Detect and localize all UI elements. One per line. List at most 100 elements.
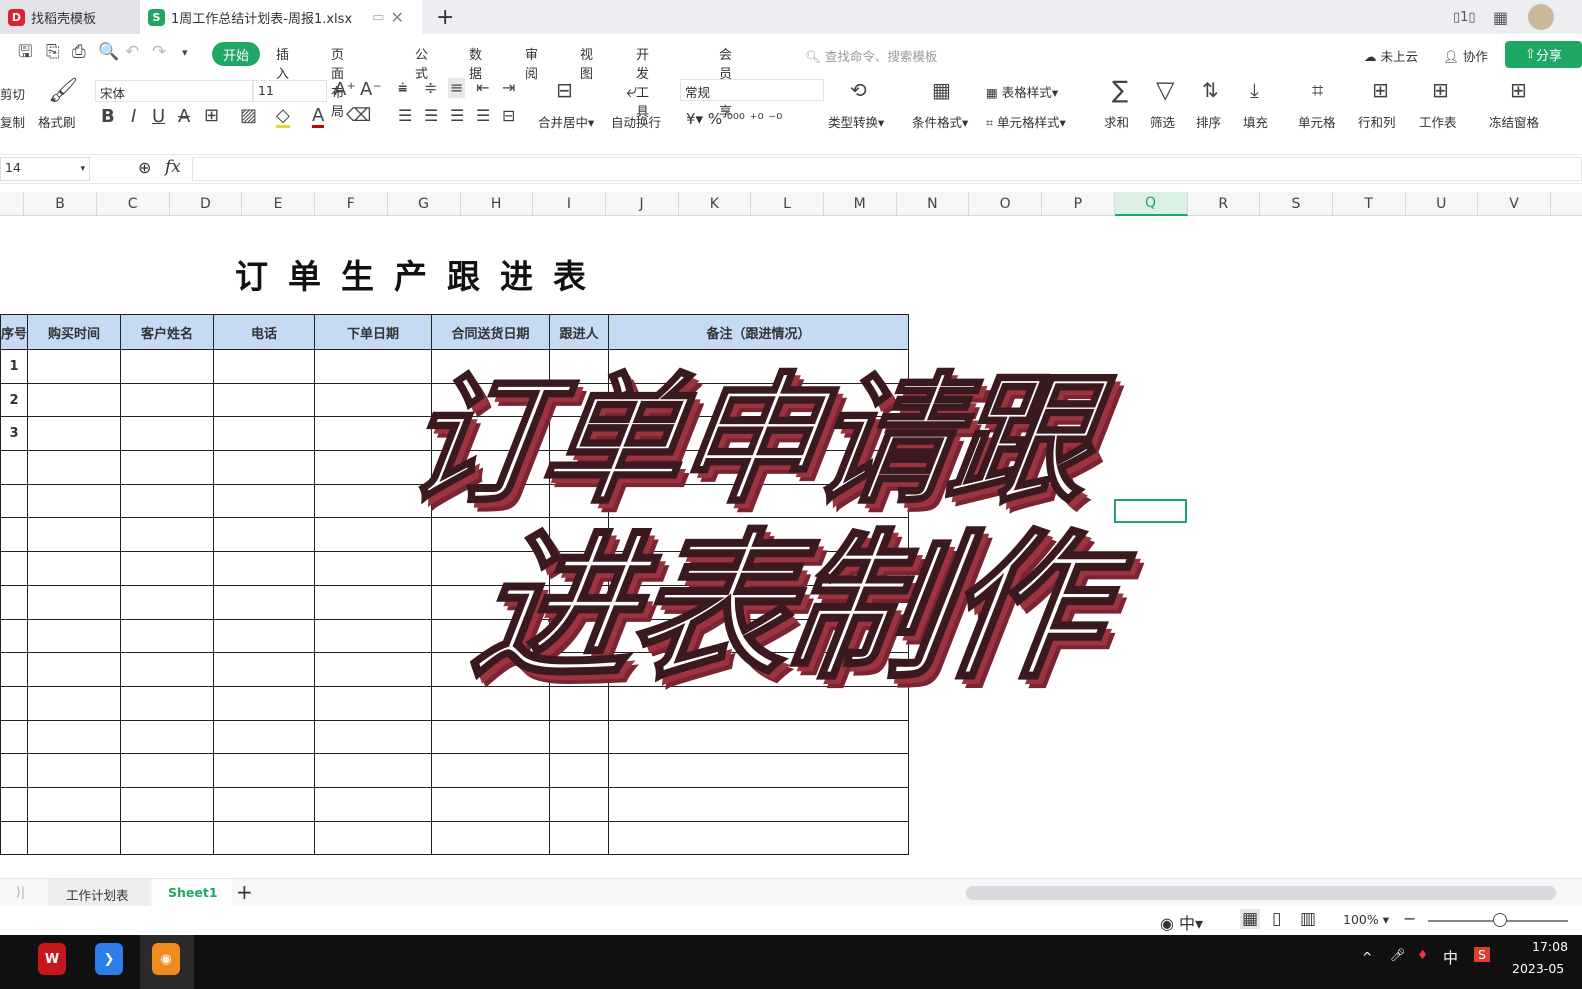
table-cell[interactable]	[120, 820, 215, 856]
table-cell[interactable]	[0, 584, 29, 620]
table-cell[interactable]	[0, 652, 29, 687]
column-header[interactable]: U	[1405, 192, 1479, 216]
column-header[interactable]: S	[1260, 192, 1333, 216]
distribute-icon[interactable]: ⊟	[502, 108, 515, 124]
table-cell[interactable]	[0, 483, 29, 519]
table-cell[interactable]: 1	[0, 349, 29, 384]
feishu-app-icon[interactable]: ❯	[95, 943, 123, 975]
table-cell[interactable]	[0, 685, 29, 721]
new-tab-button[interactable]: +	[428, 0, 462, 34]
table-cell[interactable]	[608, 820, 910, 856]
add-sheet-button[interactable]: +	[236, 880, 253, 904]
cell-style-button[interactable]: ⌗ 单元格样式▾	[986, 112, 1066, 131]
table-cell[interactable]	[608, 786, 910, 822]
collab-button[interactable]: 👤︎ 协作	[1443, 46, 1488, 65]
reading-view-icon[interactable]: ▯	[1272, 909, 1281, 929]
table-cell[interactable]	[213, 719, 316, 755]
close-icon[interactable]: ✕	[390, 8, 403, 27]
border-icon[interactable]: ⊞	[204, 107, 219, 125]
table-cell[interactable]	[314, 786, 433, 822]
table-cell[interactable]	[549, 753, 610, 788]
sheet-tab-active[interactable]: Sheet1	[152, 879, 232, 906]
clock-time[interactable]: 17:08	[1532, 939, 1568, 954]
bold-icon[interactable]: B	[101, 108, 115, 126]
normal-view-icon[interactable]: ▦	[1240, 909, 1261, 929]
table-cell[interactable]	[213, 349, 316, 384]
align-right-icon[interactable]: ☰	[450, 108, 464, 124]
table-cell[interactable]	[27, 349, 122, 384]
increase-font-icon[interactable]: A⁺	[334, 81, 356, 99]
table-cell[interactable]	[120, 450, 215, 485]
table-cell[interactable]	[27, 517, 122, 553]
table-cell[interactable]	[549, 820, 610, 856]
table-cell[interactable]	[431, 820, 551, 856]
font-size-select[interactable]: 11	[253, 80, 327, 102]
table-cell[interactable]	[120, 382, 215, 418]
indent-decrease-icon[interactable]: ⇤	[476, 80, 489, 96]
row-col-button[interactable]: 行和列	[1358, 112, 1396, 131]
filter-button[interactable]: 筛选	[1150, 112, 1175, 131]
table-cell[interactable]	[213, 551, 316, 586]
fill-button[interactable]: 填充	[1243, 112, 1268, 131]
horizontal-scrollbar[interactable]	[966, 886, 1556, 900]
table-cell[interactable]	[213, 382, 316, 418]
redo-icon[interactable]: ↷	[152, 44, 166, 61]
table-cell[interactable]	[431, 753, 551, 788]
table-cell[interactable]	[549, 719, 610, 755]
font-select[interactable]: 宋体	[95, 80, 253, 102]
copy-button[interactable]: 复制	[0, 112, 25, 131]
header-cell[interactable]: 序号	[0, 314, 29, 350]
table-cell[interactable]	[27, 786, 122, 822]
page-view-icon[interactable]: ▥	[1300, 909, 1316, 929]
wps-app-icon[interactable]: W	[38, 943, 66, 975]
sum-button[interactable]: 求和	[1104, 112, 1129, 131]
column-header[interactable]: I	[533, 192, 606, 216]
table-cell[interactable]	[213, 450, 316, 485]
avatar[interactable]	[1528, 4, 1554, 30]
indent-increase-icon[interactable]: ⇥	[502, 80, 515, 96]
column-header[interactable]: O	[969, 192, 1043, 216]
table-cell[interactable]	[120, 753, 215, 788]
column-header[interactable]: M	[824, 192, 897, 216]
table-cell[interactable]	[120, 652, 215, 687]
column-header[interactable]: T	[1333, 192, 1406, 216]
column-header[interactable]: P	[1042, 192, 1115, 216]
column-header[interactable]: V	[1478, 192, 1551, 216]
header-cell[interactable]: 电话	[213, 314, 316, 350]
print-preview-icon[interactable]: 🔍	[98, 44, 119, 61]
table-cell[interactable]	[120, 719, 215, 755]
tab-docer[interactable]: D 找稻壳模板	[0, 0, 140, 34]
undo-icon[interactable]: ↶	[125, 44, 139, 61]
justify-icon[interactable]: ☰	[476, 108, 490, 124]
table-cell[interactable]	[27, 685, 122, 721]
pin-icon[interactable]: ▭	[372, 10, 384, 25]
header-cell[interactable]: 客户姓名	[120, 314, 215, 350]
table-cell[interactable]	[213, 652, 316, 687]
table-cell[interactable]	[314, 618, 433, 654]
merge-button[interactable]: 合并居中▾	[538, 112, 594, 131]
table-cell[interactable]	[27, 618, 122, 654]
tray-expand-icon[interactable]: ^	[1362, 949, 1372, 964]
table-cell[interactable]: 3	[0, 416, 29, 452]
cell-button[interactable]: 单元格	[1298, 112, 1336, 131]
table-cell[interactable]	[27, 551, 122, 586]
eye-protect-icon[interactable]: ◉ 中▾	[1160, 910, 1203, 934]
table-cell[interactable]: 2	[0, 382, 29, 418]
table-cell[interactable]	[213, 517, 316, 553]
tray-app-icon[interactable]: ♦	[1417, 947, 1428, 962]
save-icon[interactable]: 🖫	[18, 44, 32, 61]
align-left-icon[interactable]: ☰	[398, 108, 412, 124]
fill-color-icon[interactable]: ◇	[276, 107, 290, 128]
table-cell[interactable]	[314, 753, 433, 788]
table-cell[interactable]	[27, 753, 122, 788]
table-cell[interactable]	[431, 719, 551, 755]
window-mode-icon[interactable]: ▯1▯	[1445, 0, 1484, 34]
zoom-formula-icon[interactable]: ⊕	[138, 158, 151, 177]
apps-grid-icon[interactable]: ▦	[1485, 0, 1516, 34]
table-cell[interactable]	[27, 382, 122, 418]
table-cell[interactable]	[120, 551, 215, 586]
header-cell[interactable]: 购买时间	[27, 314, 122, 350]
table-cell[interactable]	[120, 685, 215, 721]
column-header[interactable]: C	[97, 192, 170, 216]
table-cell[interactable]	[0, 753, 29, 788]
